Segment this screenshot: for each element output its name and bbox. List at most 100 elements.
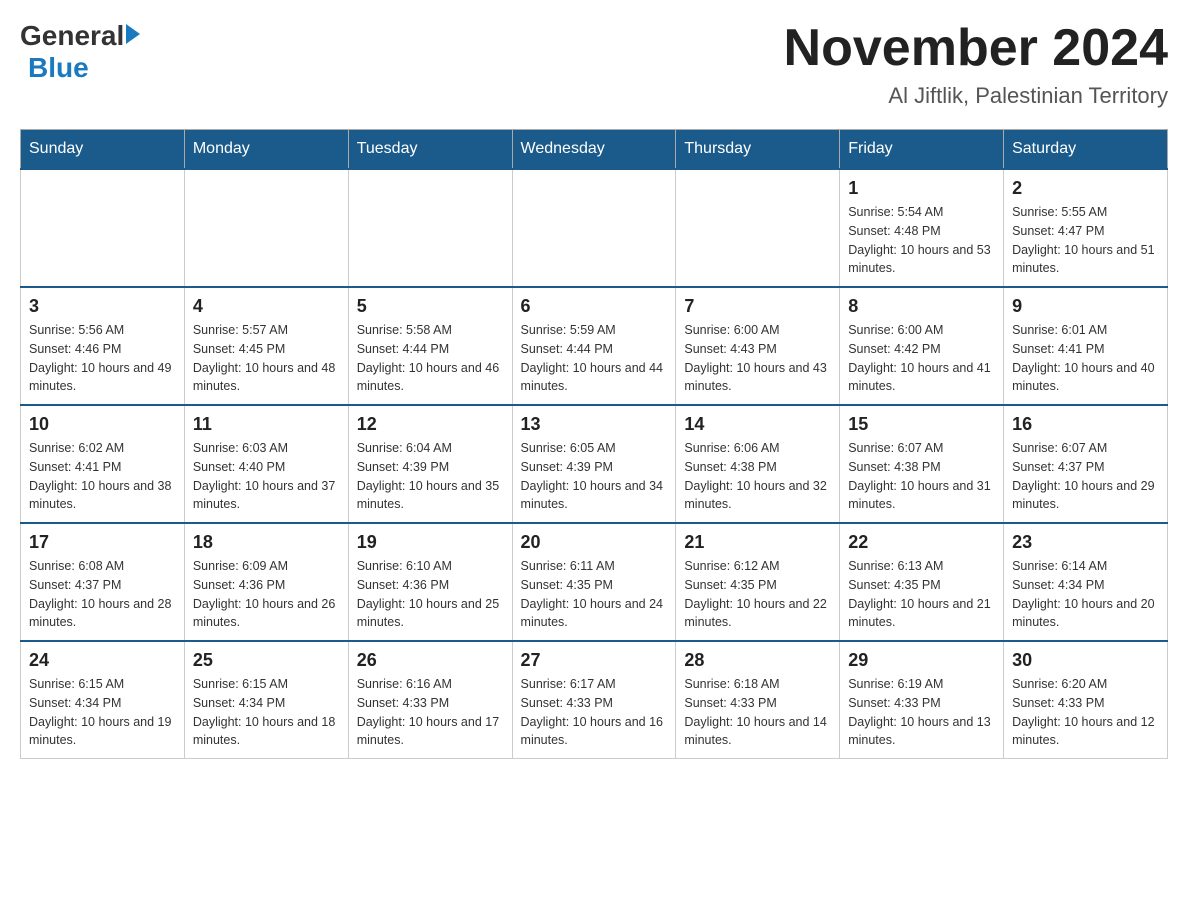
day-cell: 30 Sunrise: 6:20 AMSunset: 4:33 PMDayligh… [1004, 641, 1168, 759]
day-number: 30 [1012, 650, 1159, 671]
logo-general: General [20, 20, 124, 52]
day-cell: 3Sunrise: 5:56 AMSunset: 4:46 PMDaylight… [21, 287, 185, 405]
week-row-5: 24Sunrise: 6:15 AMSunset: 4:34 PMDayligh… [21, 641, 1168, 759]
day-cell: 16 Sunrise: 6:07 AMSunset: 4:37 PMDayligh… [1004, 405, 1168, 523]
day-cell [184, 169, 348, 287]
day-info: Sunrise: 6:20 AMSunset: 4:33 PMDaylight:… [1012, 675, 1159, 750]
day-cell: 20 Sunrise: 6:11 AMSunset: 4:35 PMDayligh… [512, 523, 676, 641]
day-number: 27 [521, 650, 668, 671]
col-saturday: Saturday [1004, 130, 1168, 170]
day-cell [348, 169, 512, 287]
day-info: Sunrise: 6:07 AMSunset: 4:37 PMDaylight:… [1012, 439, 1159, 514]
page-header: General Blue November 2024 Al Jiftlik, P… [20, 20, 1168, 109]
day-cell [676, 169, 840, 287]
day-info: Sunrise: 6:04 AMSunset: 4:39 PMDaylight:… [357, 439, 504, 514]
day-cell: 28 Sunrise: 6:18 AMSunset: 4:33 PMDayligh… [676, 641, 840, 759]
day-cell: 10Sunrise: 6:02 AMSunset: 4:41 PMDayligh… [21, 405, 185, 523]
day-cell: 15Sunrise: 6:07 AMSunset: 4:38 PMDayligh… [840, 405, 1004, 523]
day-number: 20 [521, 532, 668, 553]
calendar-title: November 2024 [784, 20, 1168, 77]
day-number: 3 [29, 296, 176, 317]
logo-blue: Blue [28, 52, 89, 83]
day-cell: 9 Sunrise: 6:01 AMSunset: 4:41 PMDaylight… [1004, 287, 1168, 405]
day-info: Sunrise: 5:57 AMSunset: 4:45 PMDaylight:… [193, 321, 340, 396]
day-info: Sunrise: 5:54 AMSunset: 4:48 PMDaylight:… [848, 203, 995, 278]
day-cell: 4 Sunrise: 5:57 AMSunset: 4:45 PMDaylight… [184, 287, 348, 405]
day-cell: 1 Sunrise: 5:54 AMSunset: 4:48 PMDaylight… [840, 169, 1004, 287]
day-number: 9 [1012, 296, 1159, 317]
day-info: Sunrise: 6:14 AMSunset: 4:34 PMDaylight:… [1012, 557, 1159, 632]
day-cell: 21 Sunrise: 6:12 AMSunset: 4:35 PMDayligh… [676, 523, 840, 641]
day-info: Sunrise: 6:12 AMSunset: 4:35 PMDaylight:… [684, 557, 831, 632]
day-cell: 17Sunrise: 6:08 AMSunset: 4:37 PMDayligh… [21, 523, 185, 641]
day-cell [512, 169, 676, 287]
day-number: 13 [521, 414, 668, 435]
day-number: 28 [684, 650, 831, 671]
day-number: 6 [521, 296, 668, 317]
day-number: 26 [357, 650, 504, 671]
logo: General Blue [20, 20, 140, 84]
col-wednesday: Wednesday [512, 130, 676, 170]
day-info: Sunrise: 6:05 AMSunset: 4:39 PMDaylight:… [521, 439, 668, 514]
day-number: 4 [193, 296, 340, 317]
day-cell: 25 Sunrise: 6:15 AMSunset: 4:34 PMDayligh… [184, 641, 348, 759]
day-info: Sunrise: 5:59 AMSunset: 4:44 PMDaylight:… [521, 321, 668, 396]
day-info: Sunrise: 6:19 AMSunset: 4:33 PMDaylight:… [848, 675, 995, 750]
day-number: 7 [684, 296, 831, 317]
day-cell: 11 Sunrise: 6:03 AMSunset: 4:40 PMDayligh… [184, 405, 348, 523]
day-cell: 22Sunrise: 6:13 AMSunset: 4:35 PMDayligh… [840, 523, 1004, 641]
day-cell: 5 Sunrise: 5:58 AMSunset: 4:44 PMDaylight… [348, 287, 512, 405]
day-number: 12 [357, 414, 504, 435]
day-cell: 14Sunrise: 6:06 AMSunset: 4:38 PMDayligh… [676, 405, 840, 523]
day-number: 11 [193, 414, 340, 435]
day-info: Sunrise: 5:58 AMSunset: 4:44 PMDaylight:… [357, 321, 504, 396]
col-monday: Monday [184, 130, 348, 170]
col-tuesday: Tuesday [348, 130, 512, 170]
day-cell: 7 Sunrise: 6:00 AMSunset: 4:43 PMDaylight… [676, 287, 840, 405]
day-info: Sunrise: 6:15 AMSunset: 4:34 PMDaylight:… [29, 675, 176, 750]
day-info: Sunrise: 5:55 AMSunset: 4:47 PMDaylight:… [1012, 203, 1159, 278]
day-number: 5 [357, 296, 504, 317]
day-info: Sunrise: 6:03 AMSunset: 4:40 PMDaylight:… [193, 439, 340, 514]
day-number: 21 [684, 532, 831, 553]
day-number: 1 [848, 178, 995, 199]
day-info: Sunrise: 6:11 AMSunset: 4:35 PMDaylight:… [521, 557, 668, 632]
week-row-1: 1 Sunrise: 5:54 AMSunset: 4:48 PMDaylight… [21, 169, 1168, 287]
col-sunday: Sunday [21, 130, 185, 170]
day-info: Sunrise: 6:08 AMSunset: 4:37 PMDaylight:… [29, 557, 176, 632]
day-cell: 13 Sunrise: 6:05 AMSunset: 4:39 PMDayligh… [512, 405, 676, 523]
logo-arrow-icon [126, 24, 140, 44]
day-cell: 23Sunrise: 6:14 AMSunset: 4:34 PMDayligh… [1004, 523, 1168, 641]
day-info: Sunrise: 6:16 AMSunset: 4:33 PMDaylight:… [357, 675, 504, 750]
day-info: Sunrise: 6:00 AMSunset: 4:43 PMDaylight:… [684, 321, 831, 396]
day-number: 10 [29, 414, 176, 435]
week-row-3: 10Sunrise: 6:02 AMSunset: 4:41 PMDayligh… [21, 405, 1168, 523]
day-number: 19 [357, 532, 504, 553]
col-friday: Friday [840, 130, 1004, 170]
day-cell: 24Sunrise: 6:15 AMSunset: 4:34 PMDayligh… [21, 641, 185, 759]
day-number: 29 [848, 650, 995, 671]
day-number: 14 [684, 414, 831, 435]
title-section: November 2024 Al Jiftlik, Palestinian Te… [784, 20, 1168, 109]
day-cell: 27 Sunrise: 6:17 AMSunset: 4:33 PMDayligh… [512, 641, 676, 759]
day-info: Sunrise: 6:01 AMSunset: 4:41 PMDaylight:… [1012, 321, 1159, 396]
day-info: Sunrise: 6:17 AMSunset: 4:33 PMDaylight:… [521, 675, 668, 750]
day-info: Sunrise: 6:13 AMSunset: 4:35 PMDaylight:… [848, 557, 995, 632]
day-info: Sunrise: 6:00 AMSunset: 4:42 PMDaylight:… [848, 321, 995, 396]
day-number: 16 [1012, 414, 1159, 435]
week-row-2: 3Sunrise: 5:56 AMSunset: 4:46 PMDaylight… [21, 287, 1168, 405]
day-number: 25 [193, 650, 340, 671]
day-info: Sunrise: 6:15 AMSunset: 4:34 PMDaylight:… [193, 675, 340, 750]
day-cell: 26 Sunrise: 6:16 AMSunset: 4:33 PMDayligh… [348, 641, 512, 759]
day-info: Sunrise: 6:07 AMSunset: 4:38 PMDaylight:… [848, 439, 995, 514]
header-row: Sunday Monday Tuesday Wednesday Thursday… [21, 130, 1168, 170]
week-row-4: 17Sunrise: 6:08 AMSunset: 4:37 PMDayligh… [21, 523, 1168, 641]
day-cell: 2Sunrise: 5:55 AMSunset: 4:47 PMDaylight… [1004, 169, 1168, 287]
day-info: Sunrise: 6:18 AMSunset: 4:33 PMDaylight:… [684, 675, 831, 750]
day-cell [21, 169, 185, 287]
day-cell: 29 Sunrise: 6:19 AMSunset: 4:33 PMDayligh… [840, 641, 1004, 759]
day-cell: 18Sunrise: 6:09 AMSunset: 4:36 PMDayligh… [184, 523, 348, 641]
day-cell: 8Sunrise: 6:00 AMSunset: 4:42 PMDaylight… [840, 287, 1004, 405]
day-info: Sunrise: 6:09 AMSunset: 4:36 PMDaylight:… [193, 557, 340, 632]
day-cell: 12 Sunrise: 6:04 AMSunset: 4:39 PMDayligh… [348, 405, 512, 523]
